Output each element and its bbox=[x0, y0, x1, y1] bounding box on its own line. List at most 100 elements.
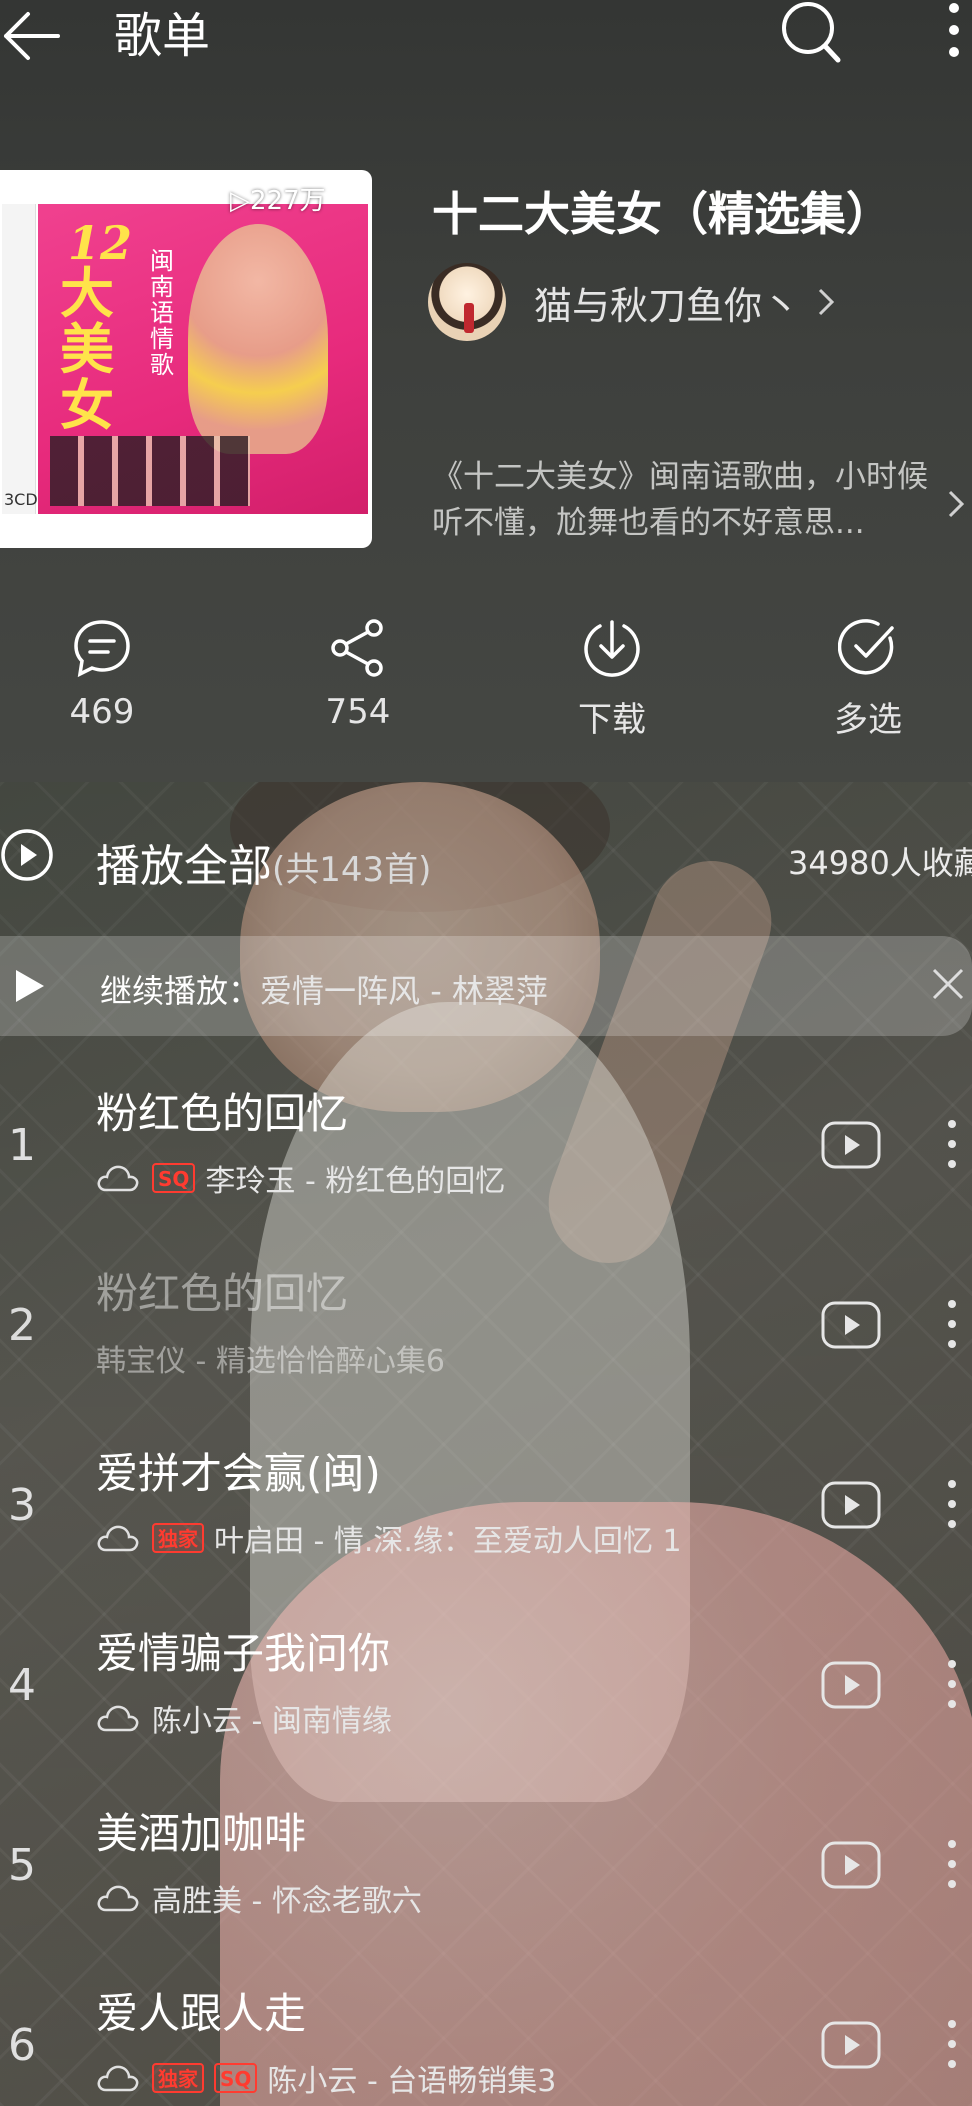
mv-button[interactable] bbox=[820, 1840, 882, 1890]
song-title: 爱情骗子我问你 bbox=[96, 1629, 391, 1678]
more-vertical-icon bbox=[948, 1660, 956, 1708]
mv-button[interactable] bbox=[820, 2020, 882, 2070]
song-subtitle: 独家 SQ 陈小云 - 台语畅销集3 bbox=[96, 2056, 556, 2100]
playlist-title: 十二大美女（精选集） bbox=[432, 187, 892, 241]
song-row[interactable]: 1 粉红色的回忆 SQ 李玲玉 - 粉红色的回忆 bbox=[0, 1060, 972, 1230]
continue-prefix: 继续播放： bbox=[100, 972, 261, 1010]
song-artist-album: 陈小云 - 闽南情缘 bbox=[152, 1704, 392, 1739]
video-play-icon bbox=[821, 1841, 881, 1889]
creator-row[interactable]: 猫与秋刀鱼你丶 bbox=[428, 262, 838, 342]
song-more-button[interactable] bbox=[940, 1114, 964, 1174]
download-label: 下载 bbox=[578, 700, 646, 740]
play-triangle-icon: ▷ bbox=[230, 186, 250, 216]
search-button[interactable] bbox=[778, 0, 842, 64]
song-artist-album: 陈小云 - 台语畅销集3 bbox=[267, 2064, 557, 2099]
page-title: 歌单 bbox=[114, 8, 211, 64]
song-row[interactable]: 5 美酒加咖啡高胜美 - 怀念老歌六 bbox=[0, 1780, 972, 1950]
video-play-icon bbox=[821, 1481, 881, 1529]
continue-song: 爱情一阵风 - 林翠萍 bbox=[260, 972, 548, 1010]
cover-figure bbox=[188, 224, 328, 454]
cloud-icon bbox=[97, 1525, 139, 1552]
top-bar: 歌单 bbox=[0, 0, 972, 72]
more-vertical-icon bbox=[948, 1300, 956, 1348]
more-vertical-icon bbox=[949, 3, 959, 57]
song-count: (共143首) bbox=[272, 850, 432, 890]
mv-button[interactable] bbox=[820, 1480, 882, 1530]
multi-select-button[interactable]: 多选 bbox=[788, 618, 948, 741]
video-play-icon bbox=[821, 2021, 881, 2069]
song-row[interactable]: 3 爱拼才会赢(闽) 独家 叶启田 - 情.深.缘：至爱动人回忆 1 bbox=[0, 1420, 972, 1590]
download-icon bbox=[584, 620, 640, 677]
song-row[interactable]: 4 爱情骗子我问你陈小云 - 闽南情缘 bbox=[0, 1600, 972, 1770]
play-all-label[interactable]: 播放全部(共143首) bbox=[96, 830, 431, 894]
song-artist-album: 李玲玉 - 粉红色的回忆 bbox=[205, 1164, 506, 1199]
share-button[interactable]: 754 bbox=[278, 618, 438, 732]
more-vertical-icon bbox=[948, 1840, 956, 1888]
play-count-value: 227万 bbox=[250, 186, 326, 216]
song-artist-album: 叶启田 - 情.深.缘：至爱动人回忆 1 bbox=[214, 1524, 682, 1559]
exclusive-badge: 独家 bbox=[152, 2063, 204, 2093]
song-subtitle: 韩宝仪 - 精选恰恰醉心集6 bbox=[96, 1336, 445, 1380]
exclusive-badge: 独家 bbox=[152, 1523, 204, 1553]
play-all-row[interactable]: 播放全部(共143首) 34980人收藏 bbox=[0, 818, 972, 898]
video-play-icon bbox=[821, 1121, 881, 1169]
song-more-button[interactable] bbox=[940, 1834, 964, 1894]
playlist-description[interactable]: 《十二大美女》闽南语歌曲，小时候听不懂，尬舞也看的不好意思... bbox=[432, 454, 932, 550]
cover-subtitle-text: 闽南语情歌 bbox=[150, 247, 174, 379]
song-title: 粉红色的回忆 bbox=[96, 1089, 349, 1138]
comment-icon bbox=[74, 620, 130, 678]
song-subtitle: 陈小云 - 闽南情缘 bbox=[96, 1696, 392, 1740]
cloud-icon bbox=[97, 1885, 139, 1912]
close-icon[interactable] bbox=[928, 964, 968, 1004]
song-more-button[interactable] bbox=[940, 1654, 964, 1714]
avatar[interactable] bbox=[428, 263, 506, 341]
cover-edition-text: 3CD bbox=[4, 490, 38, 509]
continue-playing-bar[interactable]: 继续播放：爱情一阵风 - 林翠萍 bbox=[0, 936, 972, 1036]
song-row[interactable]: 2 粉红色的回忆 韩宝仪 - 精选恰恰醉心集6 bbox=[0, 1240, 972, 1410]
play-all-text: 播放全部 bbox=[96, 841, 272, 892]
song-artist-album: 高胜美 - 怀念老歌六 bbox=[152, 1884, 422, 1919]
song-title: 美酒加咖啡 bbox=[96, 1809, 307, 1858]
more-button[interactable] bbox=[936, 0, 972, 64]
mv-button[interactable] bbox=[820, 1660, 882, 1710]
cloud-icon bbox=[97, 1705, 139, 1732]
comment-count: 469 bbox=[69, 692, 135, 732]
cover-spine bbox=[2, 204, 36, 514]
arrow-left-icon bbox=[4, 12, 60, 60]
back-button[interactable] bbox=[0, 6, 72, 66]
song-number: 4 bbox=[8, 1660, 36, 1711]
song-title: 粉红色的回忆 bbox=[96, 1269, 349, 1318]
multi-select-label: 多选 bbox=[834, 700, 902, 740]
more-vertical-icon bbox=[948, 2020, 956, 2068]
song-more-button[interactable] bbox=[940, 1294, 964, 1354]
more-vertical-icon bbox=[948, 1480, 956, 1528]
video-play-icon bbox=[821, 1301, 881, 1349]
song-row[interactable]: 6 爱人跟人走 独家 SQ 陈小云 - 台语畅销集3 bbox=[0, 1960, 972, 2106]
play-icon bbox=[16, 970, 44, 1002]
chevron-right-icon bbox=[818, 288, 835, 316]
song-artist-album: 韩宝仪 - 精选恰恰醉心集6 bbox=[96, 1344, 445, 1379]
cloud-icon bbox=[97, 2065, 139, 2092]
playlist-cover[interactable]: 12 大美女 闽南语情歌 3CD ▷227万 bbox=[0, 170, 372, 548]
download-button[interactable]: 下载 bbox=[532, 618, 692, 741]
song-more-button[interactable] bbox=[940, 2014, 964, 2074]
song-number: 5 bbox=[8, 1840, 36, 1891]
cover-art: 12 大美女 闽南语情歌 bbox=[38, 204, 368, 514]
cover-portraits bbox=[50, 436, 250, 506]
cloud-icon bbox=[97, 1165, 139, 1192]
song-more-button[interactable] bbox=[940, 1474, 964, 1534]
action-row: 469 754 下载 多选 bbox=[0, 618, 972, 744]
play-count: ▷227万 bbox=[230, 180, 326, 217]
mv-button[interactable] bbox=[820, 1120, 882, 1170]
play-circle-icon[interactable] bbox=[0, 828, 54, 882]
chevron-right-icon[interactable] bbox=[944, 486, 968, 522]
share-count: 754 bbox=[325, 692, 391, 732]
multi-select-icon bbox=[838, 619, 894, 675]
comment-button[interactable]: 469 bbox=[22, 618, 182, 732]
more-vertical-icon bbox=[948, 1120, 956, 1168]
collect-button[interactable]: 34980人收藏 bbox=[788, 838, 972, 884]
song-number: 6 bbox=[8, 2020, 36, 2071]
mv-button[interactable] bbox=[820, 1300, 882, 1350]
creator-name[interactable]: 猫与秋刀鱼你丶 bbox=[534, 275, 800, 330]
song-number: 1 bbox=[8, 1120, 36, 1171]
